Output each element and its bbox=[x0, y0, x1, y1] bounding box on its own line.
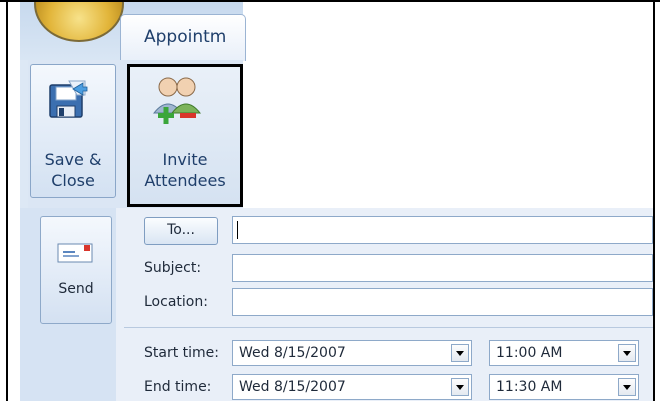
chevron-down-icon[interactable] bbox=[618, 344, 636, 362]
tab-appointment-label: Appointm bbox=[144, 27, 227, 47]
end-date-value: Wed 8/15/2007 bbox=[239, 379, 346, 395]
frame-right-border bbox=[653, 0, 655, 401]
invite-attendees-icon bbox=[152, 77, 202, 124]
to-field[interactable] bbox=[232, 216, 653, 244]
send-envelope-icon bbox=[57, 243, 93, 263]
to-button[interactable]: To... bbox=[144, 217, 218, 245]
end-time-select[interactable]: 11:30 AM bbox=[489, 374, 639, 400]
start-time-label: Start time: bbox=[144, 345, 219, 361]
tab-appointment[interactable]: Appointm bbox=[120, 14, 246, 61]
save-close-label-line1: Save & bbox=[44, 150, 102, 169]
send-panel: Send bbox=[20, 208, 116, 401]
chevron-down-icon[interactable] bbox=[618, 378, 636, 396]
location-field[interactable] bbox=[232, 288, 653, 316]
end-time-value: 11:30 AM bbox=[496, 379, 563, 395]
start-date-select[interactable]: Wed 8/15/2007 bbox=[232, 340, 472, 366]
section-divider bbox=[124, 327, 653, 328]
start-date-value: Wed 8/15/2007 bbox=[239, 345, 346, 361]
ribbon-cropped-area bbox=[243, 2, 653, 208]
text-cursor bbox=[237, 221, 238, 239]
save-and-close-button[interactable]: Save & Close bbox=[30, 64, 116, 198]
window-edge bbox=[8, 208, 18, 401]
save-close-label-line2: Close bbox=[51, 171, 95, 190]
subject-field[interactable] bbox=[232, 254, 653, 282]
end-time-label: End time: bbox=[144, 379, 212, 395]
save-floppy-icon bbox=[49, 80, 88, 118]
ribbon: Appointm Save & Close Invite Attendees bbox=[20, 2, 653, 208]
invite-label-line1: Invite bbox=[162, 150, 208, 169]
start-time-value: 11:00 AM bbox=[496, 345, 563, 361]
chevron-down-icon[interactable] bbox=[451, 378, 469, 396]
invite-attendees-button[interactable]: Invite Attendees bbox=[127, 64, 243, 207]
subject-label: Subject: bbox=[144, 260, 202, 276]
end-date-select[interactable]: Wed 8/15/2007 bbox=[232, 374, 472, 400]
appointment-fields: To... Subject: Location: Start time: Wed… bbox=[116, 208, 653, 401]
send-button[interactable]: Send bbox=[40, 216, 112, 324]
send-label: Send bbox=[58, 281, 94, 297]
chevron-down-icon[interactable] bbox=[451, 344, 469, 362]
invite-label-line2: Attendees bbox=[144, 171, 226, 190]
start-time-select[interactable]: 11:00 AM bbox=[489, 340, 639, 366]
location-label: Location: bbox=[144, 294, 208, 310]
